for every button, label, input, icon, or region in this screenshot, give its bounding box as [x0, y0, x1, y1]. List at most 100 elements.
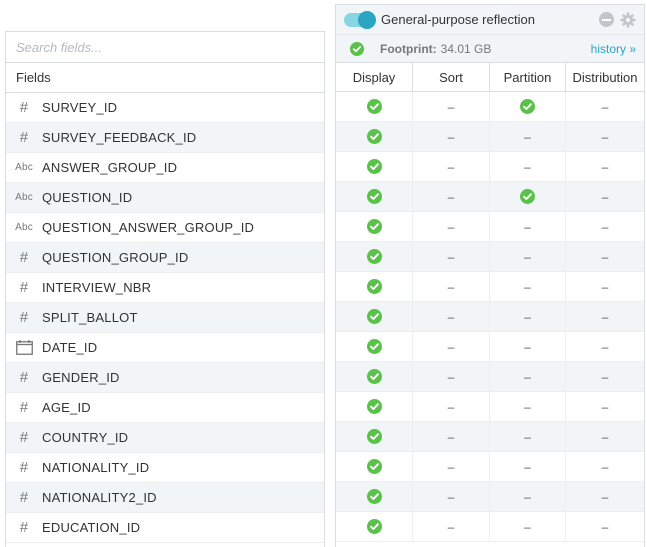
display-cell[interactable]: [336, 392, 413, 421]
reflection-toggle[interactable]: [344, 10, 376, 29]
number-type-icon: #: [19, 459, 29, 476]
number-type-icon: #: [19, 129, 29, 146]
text-type-icon: Abc: [15, 192, 33, 203]
distribution-cell[interactable]: –: [566, 182, 644, 211]
partition-cell[interactable]: –: [490, 362, 566, 391]
field-row: # GENDER_ID: [6, 363, 324, 393]
empty-dash: –: [447, 99, 455, 114]
sort-cell[interactable]: –: [413, 242, 490, 271]
field-row: Abc QUESTION_ANSWER_GROUP_ID: [6, 213, 324, 243]
check-icon: [366, 459, 382, 474]
distribution-cell[interactable]: –: [566, 512, 644, 541]
display-cell[interactable]: [336, 152, 413, 181]
number-type-icon: #: [19, 429, 29, 446]
partition-cell[interactable]: –: [490, 482, 566, 511]
field-name: ANSWER_GROUP_ID: [42, 160, 178, 175]
gear-icon[interactable]: [620, 12, 636, 28]
display-cell[interactable]: [336, 212, 413, 241]
distribution-cell[interactable]: –: [566, 302, 644, 331]
column-display[interactable]: Display: [336, 63, 413, 91]
partition-cell[interactable]: [490, 182, 566, 211]
search-input[interactable]: [16, 39, 314, 55]
sort-cell[interactable]: –: [413, 302, 490, 331]
partition-cell[interactable]: [490, 92, 566, 121]
remove-icon[interactable]: [598, 12, 614, 28]
sort-cell[interactable]: –: [413, 332, 490, 361]
display-cell[interactable]: [336, 182, 413, 211]
partition-cell[interactable]: –: [490, 452, 566, 481]
field-list: # SURVEY_ID # SURVEY_FEEDBACK_ID Abc ANSWER_G…: [6, 93, 324, 543]
reflection-title: General-purpose reflection: [381, 12, 535, 27]
sort-cell[interactable]: –: [413, 452, 490, 481]
sort-cell[interactable]: –: [413, 152, 490, 181]
field-name: AGE_ID: [42, 400, 91, 415]
empty-dash: –: [447, 459, 455, 474]
distribution-cell[interactable]: –: [566, 392, 644, 421]
empty-dash: –: [601, 249, 609, 264]
partition-cell[interactable]: –: [490, 122, 566, 151]
empty-dash: –: [601, 129, 609, 144]
sort-cell[interactable]: –: [413, 122, 490, 151]
sort-cell[interactable]: –: [413, 272, 490, 301]
distribution-cell[interactable]: –: [566, 272, 644, 301]
partition-cell[interactable]: –: [490, 152, 566, 181]
field-row: # NATIONALITY2_ID: [6, 483, 324, 513]
display-cell[interactable]: [336, 242, 413, 271]
display-cell[interactable]: [336, 92, 413, 121]
display-cell[interactable]: [336, 122, 413, 151]
partition-cell[interactable]: –: [490, 332, 566, 361]
distribution-cell[interactable]: –: [566, 212, 644, 241]
column-partition[interactable]: Partition: [490, 63, 566, 91]
number-type-icon: #: [19, 99, 29, 116]
partition-cell[interactable]: –: [490, 422, 566, 451]
display-cell[interactable]: [336, 452, 413, 481]
sort-cell[interactable]: –: [413, 92, 490, 121]
distribution-cell[interactable]: –: [566, 242, 644, 271]
distribution-cell[interactable]: –: [566, 332, 644, 361]
sort-cell[interactable]: –: [413, 512, 490, 541]
field-row: # INTERVIEW_NBR: [6, 273, 324, 303]
empty-dash: –: [524, 249, 531, 264]
distribution-cell[interactable]: –: [566, 152, 644, 181]
field-name: GENDER_ID: [42, 370, 120, 385]
display-cell[interactable]: [336, 512, 413, 541]
empty-dash: –: [447, 429, 455, 444]
display-cell[interactable]: [336, 272, 413, 301]
partition-cell[interactable]: –: [490, 512, 566, 541]
partition-cell[interactable]: –: [490, 272, 566, 301]
sort-cell[interactable]: –: [413, 362, 490, 391]
sort-cell[interactable]: –: [413, 212, 490, 241]
display-cell[interactable]: [336, 482, 413, 511]
footprint-check-icon: [350, 41, 364, 56]
sort-cell[interactable]: –: [413, 392, 490, 421]
column-distribution[interactable]: Distribution: [566, 63, 644, 91]
distribution-cell[interactable]: –: [566, 362, 644, 391]
distribution-cell[interactable]: –: [566, 122, 644, 151]
distribution-cell[interactable]: –: [566, 452, 644, 481]
history-link[interactable]: history »: [591, 42, 636, 56]
field-row: # SPLIT_BALLOT: [6, 303, 324, 333]
sort-cell[interactable]: –: [413, 482, 490, 511]
partition-cell[interactable]: –: [490, 302, 566, 331]
partition-cell[interactable]: –: [490, 242, 566, 271]
display-cell[interactable]: [336, 422, 413, 451]
sort-cell[interactable]: –: [413, 422, 490, 451]
distribution-cell[interactable]: –: [566, 482, 644, 511]
check-icon: [520, 99, 535, 114]
empty-dash: –: [447, 219, 455, 234]
partition-cell[interactable]: –: [490, 212, 566, 241]
field-name: SURVEY_FEEDBACK_ID: [42, 130, 197, 145]
field-name: QUESTION_GROUP_ID: [42, 250, 189, 265]
partition-cell[interactable]: –: [490, 392, 566, 421]
sort-cell[interactable]: –: [413, 182, 490, 211]
column-sort[interactable]: Sort: [413, 63, 490, 91]
distribution-cell[interactable]: –: [566, 422, 644, 451]
check-icon: [366, 429, 382, 444]
display-cell[interactable]: [336, 302, 413, 331]
field-row: # SURVEY_FEEDBACK_ID: [6, 123, 324, 153]
check-icon: [366, 219, 382, 234]
distribution-cell[interactable]: –: [566, 92, 644, 121]
display-cell[interactable]: [336, 362, 413, 391]
field-row: # QUESTION_GROUP_ID: [6, 243, 324, 273]
display-cell[interactable]: [336, 332, 413, 361]
